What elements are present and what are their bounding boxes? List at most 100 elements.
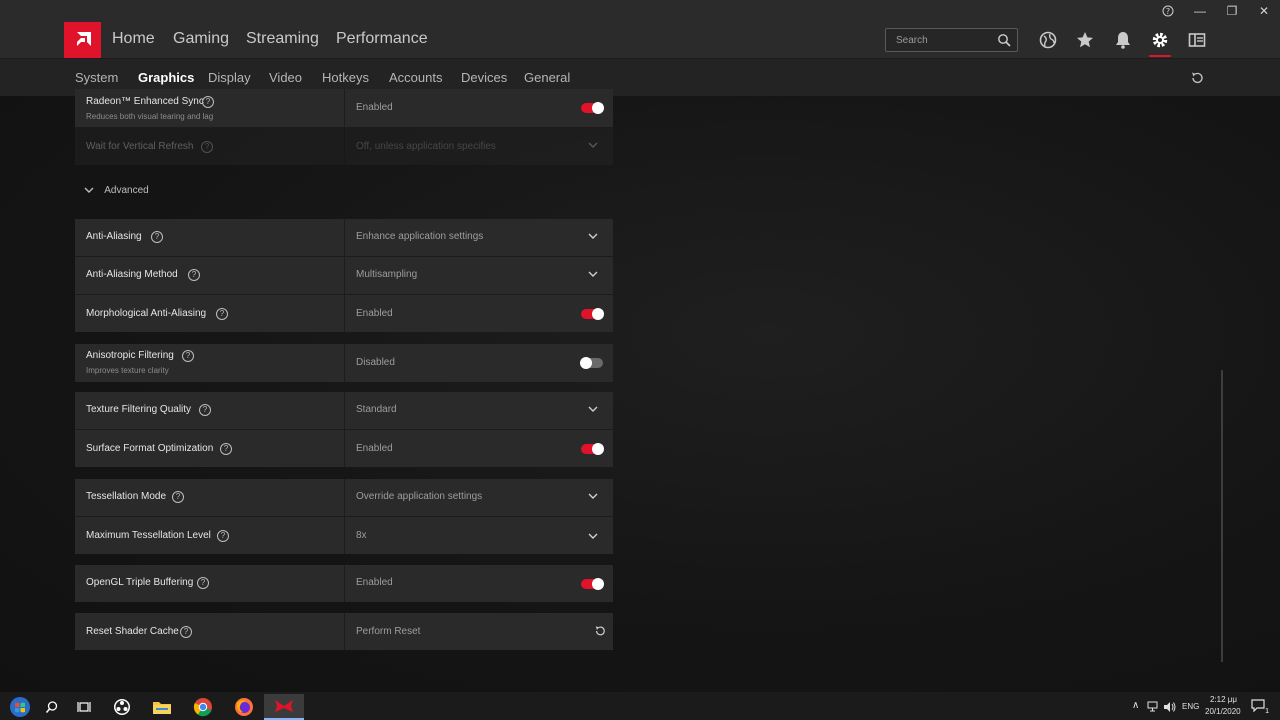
- help-icon[interactable]: ?: [220, 443, 232, 455]
- help-icon[interactable]: ?: [199, 404, 211, 416]
- setting-description: Improves texture clarity: [86, 366, 169, 375]
- setting-row-tessellation-mode: Tessellation Mode ? Override application…: [75, 479, 613, 516]
- task-view-icon: [77, 702, 91, 712]
- gear-icon[interactable]: [1150, 30, 1170, 50]
- setting-row-vsync: Wait for Vertical Refresh ? Off, unless …: [75, 128, 613, 165]
- tab-hotkeys[interactable]: Hotkeys: [322, 70, 369, 85]
- clock-date[interactable]: 20/1/2020: [1205, 707, 1241, 716]
- chevron-down-icon[interactable]: [588, 141, 598, 149]
- windows-start-icon: [10, 697, 30, 717]
- setting-value: Enabled: [356, 102, 393, 113]
- chrome-icon: [193, 698, 212, 717]
- top-navigation: Home Gaming Streaming Performance Search: [0, 22, 1280, 58]
- taskbar-app-explorer[interactable]: [142, 694, 182, 720]
- help-icon[interactable]: ?: [151, 231, 163, 243]
- taskbar-app-obs[interactable]: [102, 694, 142, 720]
- search-input[interactable]: Search: [885, 28, 1018, 52]
- toggle-switch[interactable]: [581, 578, 604, 590]
- taskbar-app-chrome[interactable]: [183, 694, 223, 720]
- network-icon[interactable]: [1147, 701, 1161, 713]
- taskbar-app-radeon[interactable]: [264, 694, 304, 720]
- folder-icon: [153, 702, 171, 714]
- nav-streaming[interactable]: Streaming: [246, 30, 319, 48]
- tab-general[interactable]: General: [524, 70, 570, 85]
- chevron-down-icon[interactable]: [588, 232, 598, 240]
- setting-row-anti-aliasing: Anti-Aliasing ? Enhance application sett…: [75, 219, 613, 256]
- toggle-switch[interactable]: [581, 308, 604, 320]
- chevron-down-icon[interactable]: [588, 492, 598, 500]
- setting-label: Anisotropic Filtering: [86, 350, 174, 361]
- toggle-switch[interactable]: [580, 357, 603, 369]
- search-icon[interactable]: [997, 33, 1011, 47]
- chevron-down-icon[interactable]: [588, 405, 598, 413]
- setting-row-opengl-triple-buffering: OpenGL Triple Buffering ? Enabled: [75, 565, 613, 602]
- amd-logo-icon: [76, 32, 91, 46]
- clock-time[interactable]: 2:12 μμ: [1210, 695, 1237, 704]
- layout-icon[interactable]: [1187, 30, 1207, 50]
- help-icon[interactable]: ?: [182, 350, 194, 362]
- bell-icon[interactable]: [1113, 30, 1133, 50]
- help-icon[interactable]: ?: [172, 491, 184, 503]
- taskbar-app-firefox[interactable]: [224, 694, 264, 720]
- restore-button[interactable]: ❐: [1216, 0, 1248, 22]
- scrollbar[interactable]: [1221, 370, 1223, 662]
- tab-devices[interactable]: Devices: [461, 70, 507, 85]
- reset-icon[interactable]: [1190, 71, 1204, 85]
- setting-row-morphological-aa: Morphological Anti-Aliasing ? Enabled: [75, 295, 613, 332]
- advanced-section-toggle[interactable]: Advanced: [84, 185, 149, 196]
- setting-label: Anti-Aliasing: [86, 231, 142, 242]
- toggle-switch[interactable]: [581, 443, 604, 455]
- help-icon[interactable]: ?: [180, 626, 192, 638]
- language-indicator[interactable]: ENG: [1182, 702, 1199, 711]
- chevron-down-icon: [84, 187, 94, 194]
- title-bar: ? — ❐ ✕: [0, 0, 1280, 22]
- tab-accounts[interactable]: Accounts: [389, 70, 442, 85]
- setting-label: Morphological Anti-Aliasing: [86, 308, 207, 319]
- setting-row-reset-shader-cache: Reset Shader Cache ? Perform Reset: [75, 613, 613, 650]
- nav-gaming[interactable]: Gaming: [173, 30, 229, 48]
- tab-system[interactable]: System: [75, 70, 118, 85]
- help-icon[interactable]: ?: [202, 96, 214, 108]
- help-icon: ?: [1162, 5, 1174, 17]
- setting-value: Multisampling: [356, 269, 418, 280]
- help-icon[interactable]: ?: [217, 530, 229, 542]
- amd-radeon-icon: [275, 700, 293, 712]
- tab-graphics[interactable]: Graphics: [138, 70, 194, 85]
- amd-logo[interactable]: [64, 22, 101, 58]
- chevron-down-icon[interactable]: [588, 270, 598, 278]
- tab-video[interactable]: Video: [269, 70, 302, 85]
- globe-icon[interactable]: [1038, 30, 1058, 50]
- tray-expand-icon[interactable]: ∧: [1132, 700, 1139, 711]
- help-icon[interactable]: ?: [201, 141, 213, 153]
- minimize-button[interactable]: —: [1184, 0, 1216, 22]
- star-icon[interactable]: [1075, 30, 1095, 50]
- setting-label: Wait for Vertical Refresh: [86, 141, 194, 152]
- nav-performance[interactable]: Performance: [336, 30, 428, 48]
- action-center-button[interactable]: 1: [1251, 698, 1269, 715]
- help-icon[interactable]: ?: [188, 269, 200, 281]
- setting-row-surface-format-optimization: Surface Format Optimization ? Enabled: [75, 430, 613, 467]
- help-icon[interactable]: ?: [216, 308, 228, 320]
- setting-value: Enabled: [356, 308, 393, 319]
- svg-text:?: ?: [1166, 7, 1170, 16]
- search-placeholder: Search: [896, 35, 928, 46]
- setting-label: Tessellation Mode: [86, 491, 167, 502]
- reset-icon[interactable]: [594, 625, 606, 637]
- toggle-switch[interactable]: [581, 102, 604, 114]
- setting-value: Override application settings: [356, 491, 483, 502]
- setting-value: Enabled: [356, 577, 393, 588]
- setting-label: OpenGL Triple Buffering: [86, 577, 194, 588]
- volume-icon[interactable]: [1163, 701, 1177, 713]
- task-view[interactable]: [64, 694, 104, 720]
- setting-value: Standard: [356, 404, 397, 415]
- help-icon[interactable]: ?: [197, 577, 209, 589]
- chevron-down-icon[interactable]: [588, 532, 598, 540]
- close-button[interactable]: ✕: [1248, 0, 1280, 22]
- setting-value: Disabled: [356, 357, 395, 368]
- tab-display[interactable]: Display: [208, 70, 251, 85]
- perform-reset-button[interactable]: Perform Reset: [356, 626, 420, 637]
- windows-taskbar: ∧ ENG 2:12 μμ 20/1/2020 1: [0, 692, 1280, 720]
- nav-home[interactable]: Home: [112, 30, 155, 48]
- help-button[interactable]: ?: [1152, 0, 1184, 22]
- setting-row-anti-aliasing-method: Anti-Aliasing Method ? Multisampling: [75, 257, 613, 294]
